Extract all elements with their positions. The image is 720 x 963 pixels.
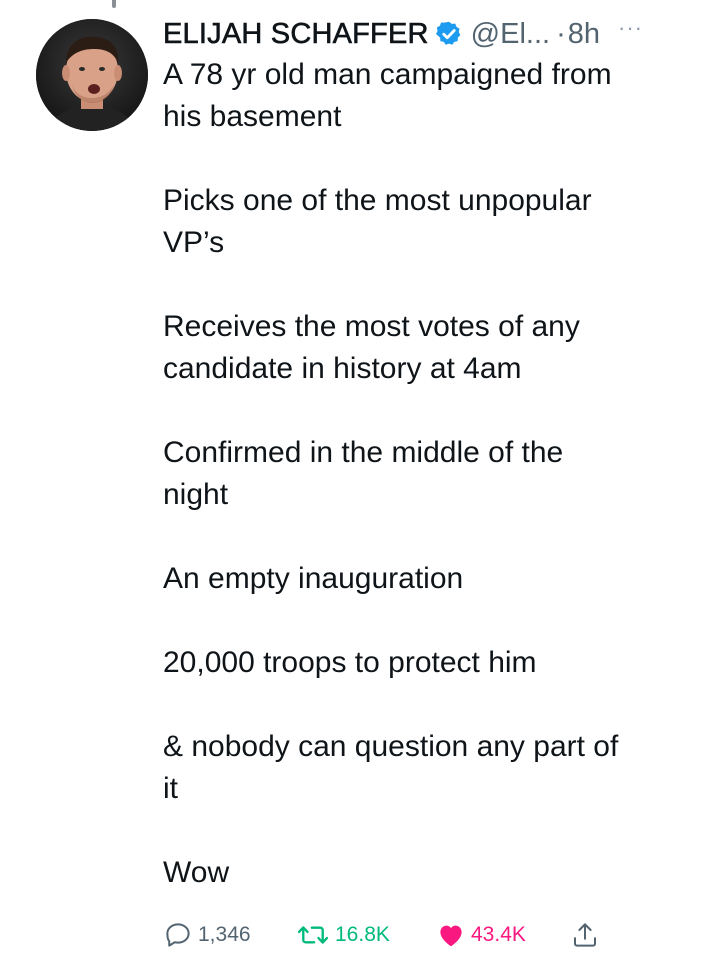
reply-icon (163, 920, 198, 950)
tweet-body: ELIJAH SCHAFFER @El... · 8h ··· A 78 yr … (163, 14, 708, 894)
reply-count: 1,346 (198, 923, 251, 946)
tweet-paragraph: 20,000 troops to protect him (163, 646, 537, 679)
tweet-actions: 1,346 16.8K 43.4K (163, 915, 708, 955)
tweet-paragraph: Confirmed in the middle of the night (163, 436, 564, 511)
retweet-count: 16.8K (335, 923, 390, 946)
like-count: 43.4K (471, 923, 526, 946)
author-avatar[interactable] (36, 19, 148, 131)
author-handle[interactable]: @El... (471, 18, 550, 51)
like-button[interactable]: 43.4K (436, 915, 526, 955)
like-icon (436, 920, 471, 950)
retweet-icon (296, 920, 335, 950)
thread-connector-line (112, 0, 116, 8)
tweet-timestamp[interactable]: 8h (568, 18, 600, 51)
share-button[interactable] (570, 915, 605, 955)
tweet-header: ELIJAH SCHAFFER @El... · 8h ··· (163, 14, 708, 54)
tweet-paragraph: A 78 yr old man campaigned from his base… (163, 58, 612, 133)
retweet-button[interactable]: 16.8K (296, 915, 390, 955)
share-icon (570, 920, 605, 950)
tweet-paragraph: Wow (163, 856, 230, 889)
tweet-paragraph: An empty inauguration (163, 562, 464, 595)
separator-dot: · (556, 17, 566, 50)
tweet-paragraph: Receives the most votes of any candidate… (163, 310, 580, 385)
tweet-paragraph: Picks one of the most unpopular VP’s (163, 184, 592, 259)
tweet-paragraph: & nobody can question any part of it (163, 730, 619, 805)
author-name[interactable]: ELIJAH SCHAFFER (163, 17, 429, 51)
tweet-text: A 78 yr old man campaigned from his base… (163, 54, 708, 894)
more-icon[interactable]: ··· (618, 15, 643, 41)
reply-button[interactable]: 1,346 (163, 915, 251, 955)
verified-badge-icon (435, 20, 463, 48)
